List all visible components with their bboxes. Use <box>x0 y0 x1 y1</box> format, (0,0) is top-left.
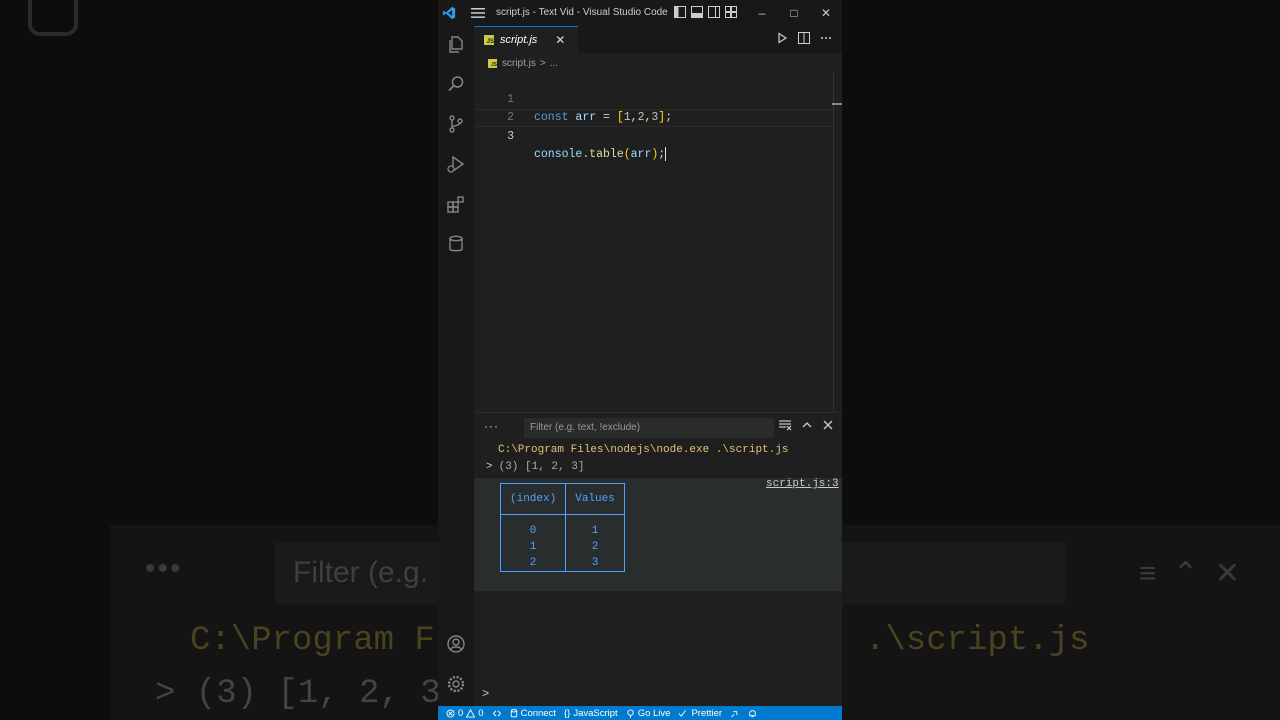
table-cell: 3 <box>565 555 625 572</box>
remote-icon <box>492 709 501 717</box>
table-cell: 1 <box>565 523 625 539</box>
run-debug-icon[interactable] <box>444 152 468 176</box>
code-line[interactable]: 2 <box>474 91 834 124</box>
live-share-icon <box>731 710 738 717</box>
prettier-status[interactable]: Prettier <box>678 708 722 719</box>
menu-icon[interactable] <box>471 7 485 19</box>
tab-label: script.js <box>500 34 538 46</box>
search-icon[interactable] <box>444 72 468 96</box>
table-cell: 1 <box>499 539 567 555</box>
code-line[interactable]: 1 const arr = [1,2,3]; <box>474 73 834 124</box>
javascript-file-icon: JS <box>488 58 497 68</box>
go-live-button[interactable]: Go Live <box>626 707 671 719</box>
activity-bar <box>438 26 474 706</box>
expand-chevron-icon[interactable]: > <box>486 461 493 473</box>
tab-script-js[interactable]: JS script.js ✕ <box>474 26 578 53</box>
title-bar: script.js - Text Vid - Visual Studio Cod… <box>438 0 842 26</box>
warning-icon <box>466 708 476 718</box>
explorer-icon[interactable] <box>444 32 468 56</box>
go-live-label: Go Live <box>637 707 671 719</box>
connect-status[interactable]: Connect <box>510 708 556 719</box>
table-row: 2 3 <box>499 555 625 572</box>
split-editor-icon[interactable] <box>798 32 810 44</box>
window-title: script.js - Text Vid - Visual Studio Cod… <box>496 7 668 18</box>
toggle-panel-icon[interactable] <box>691 6 703 18</box>
remote-status[interactable] <box>492 709 502 718</box>
problems-status[interactable]: 0 0 <box>446 708 484 719</box>
panel-more-icon[interactable]: ··· <box>484 419 499 433</box>
maximize-button[interactable]: □ <box>778 0 810 26</box>
table-row: 1 2 <box>499 539 625 555</box>
broadcast-icon <box>627 708 634 718</box>
console-output-line[interactable]: > (3) [1, 2, 3] <box>486 461 584 473</box>
code-editor[interactable]: 1 const arr = [1,2,3]; 2 3 console.table… <box>474 73 842 412</box>
backdrop-output: > (3) [1, 2, 3 <box>155 675 441 713</box>
status-bar: 0 0 Connect {} JavaScript Go Live Pretti… <box>438 706 842 720</box>
line-number: 3 <box>507 130 514 143</box>
customize-layout-icon[interactable] <box>725 6 737 18</box>
more-actions-icon[interactable] <box>820 32 832 44</box>
code-line-active[interactable]: 3 console.table(arr); <box>474 109 834 161</box>
text-cursor <box>665 146 667 161</box>
toggle-secondary-sidebar-icon[interactable] <box>708 6 720 18</box>
console-input-prompt[interactable]: > <box>482 687 489 701</box>
source-location-link[interactable]: script.js:3 <box>766 478 839 490</box>
console-output-value: (3) [1, 2, 3] <box>498 461 585 473</box>
database-icon[interactable] <box>444 232 468 256</box>
backdrop-actions: ≡ ⌃ ✕ <box>1138 557 1240 590</box>
table-header: (index) <box>499 483 567 515</box>
backdrop-command-right: .\script.js <box>865 622 1090 660</box>
console-filter-input[interactable]: Filter (e.g. text, !exclude) <box>524 418 774 438</box>
minimize-button[interactable]: – <box>746 0 778 26</box>
extensions-icon[interactable] <box>444 192 468 216</box>
table-header: Values <box>565 483 625 515</box>
settings-gear-icon[interactable] <box>444 672 468 696</box>
javascript-file-icon: JS <box>484 35 494 45</box>
run-file-icon[interactable] <box>776 32 788 44</box>
tab-close-button[interactable]: ✕ <box>555 33 565 47</box>
editor-tab-bar: JS script.js ✕ <box>474 26 842 53</box>
table-cell: 2 <box>565 539 625 555</box>
warning-count: 0 <box>478 707 484 719</box>
maximize-panel-icon[interactable] <box>801 419 813 431</box>
language-label: JavaScript <box>573 707 618 719</box>
scrollbar-marker[interactable] <box>832 103 842 105</box>
braces-icon: {} <box>563 707 571 719</box>
breadcrumb-symbols[interactable]: ... <box>550 58 558 69</box>
clear-console-icon[interactable] <box>779 419 792 431</box>
console-table: (index) Values 0 1 1 2 2 3 <box>499 483 625 572</box>
database-connect-icon <box>510 708 517 717</box>
table-cell: 0 <box>499 523 567 539</box>
toggle-sidebar-icon[interactable] <box>674 6 686 18</box>
console-table-area: (index) Values 0 1 1 2 2 3 <box>474 478 842 591</box>
table-cell: 2 <box>499 555 567 572</box>
backdrop-dots: ••• <box>145 552 183 585</box>
breadcrumb-file[interactable]: script.js <box>502 58 536 69</box>
double-check-icon <box>679 709 687 717</box>
overview-ruler[interactable] <box>833 73 834 412</box>
debug-console-panel: ··· Filter (e.g. text, !exclude) C:\Prog… <box>474 412 842 707</box>
table-row: 0 1 <box>499 523 625 539</box>
vscode-logo-icon <box>442 6 456 20</box>
accounts-icon[interactable] <box>444 632 468 656</box>
close-panel-icon[interactable] <box>822 419 834 431</box>
breadcrumb-separator: > <box>539 57 546 69</box>
language-mode[interactable]: {} JavaScript <box>564 708 618 719</box>
backdrop-icon <box>28 0 78 36</box>
connect-label: Connect <box>520 707 556 719</box>
live-share-status[interactable] <box>730 709 740 718</box>
source-control-icon[interactable] <box>444 112 468 136</box>
error-icon <box>446 708 455 718</box>
error-count: 0 <box>458 707 464 719</box>
breadcrumb: JS script.js > ... <box>474 53 842 73</box>
vscode-window: script.js - Text Vid - Visual Studio Cod… <box>438 0 842 720</box>
prettier-label: Prettier <box>691 707 723 719</box>
notifications-status[interactable] <box>748 709 757 718</box>
backdrop-command-left: C:\Program F <box>190 622 435 660</box>
code-text[interactable]: console.table(arr); <box>534 146 667 164</box>
close-window-button[interactable]: ✕ <box>810 0 842 26</box>
bell-icon <box>749 709 756 717</box>
console-command: C:\Program Files\nodejs\node.exe .\scrip… <box>498 444 789 456</box>
